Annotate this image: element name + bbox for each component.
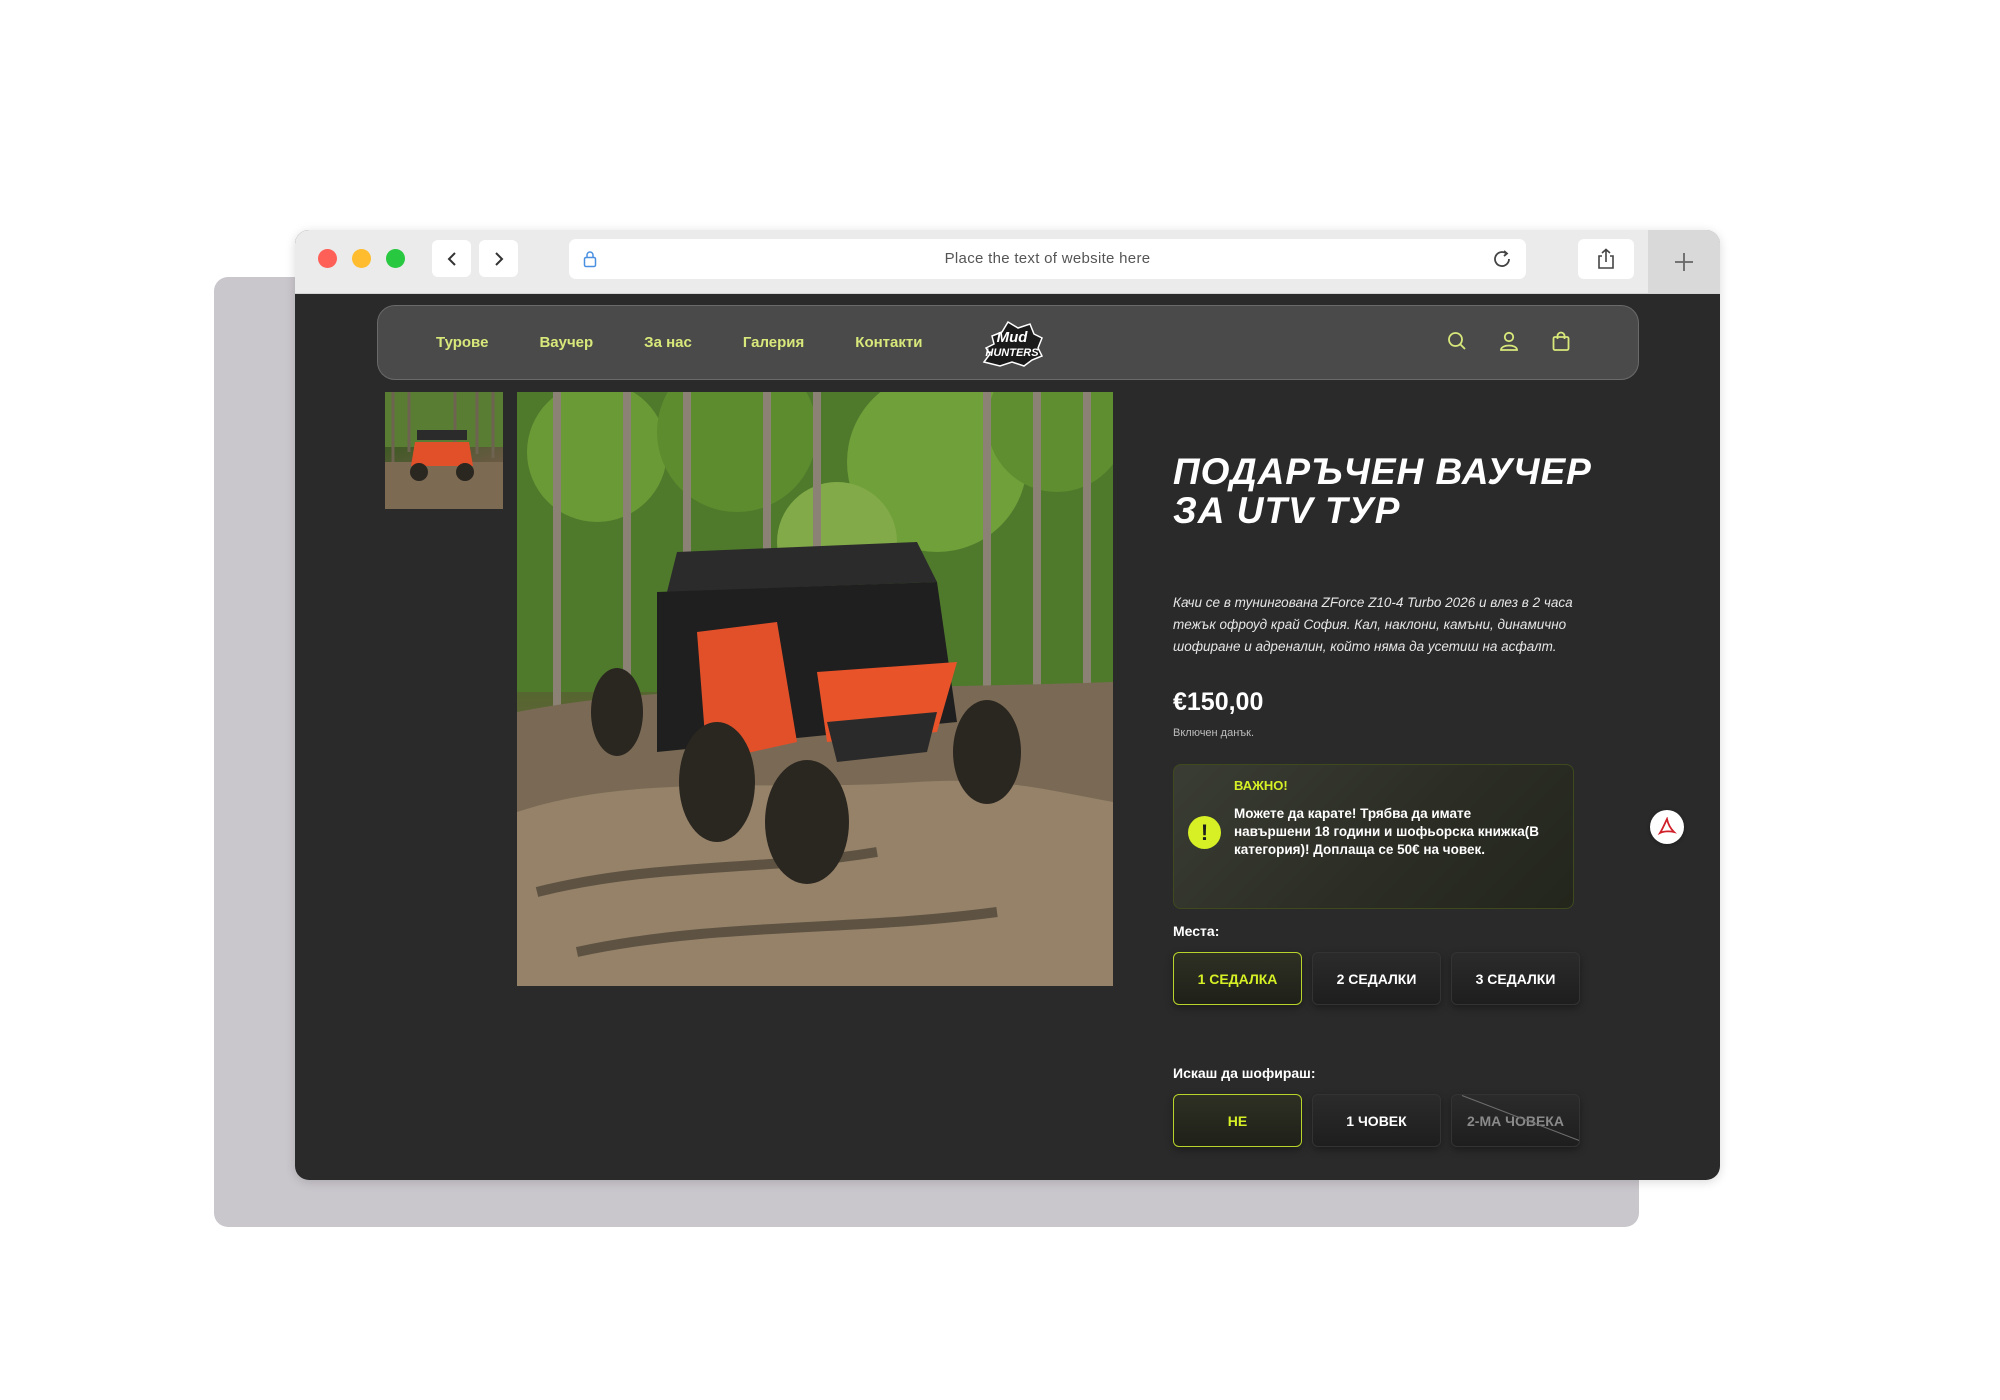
address-bar[interactable]: Place the text of website here <box>569 239 1526 279</box>
seats-option-3[interactable]: 3 седалки <box>1451 952 1580 1005</box>
chevron-left-icon <box>447 251 456 266</box>
svg-text:HUNTERS: HUNTERS <box>985 347 1039 359</box>
header-actions <box>1446 330 1572 352</box>
exclamation-icon: ! <box>1188 816 1221 849</box>
nav-link-contacts[interactable]: Контакти <box>855 334 922 351</box>
user-icon[interactable] <box>1498 330 1520 352</box>
seats-option-1[interactable]: 1 седалка <box>1173 952 1302 1005</box>
share-button[interactable] <box>1578 239 1634 279</box>
pdf-button[interactable] <box>1650 810 1684 844</box>
maximize-window-button[interactable] <box>386 249 405 268</box>
svg-text:Mud: Mud <box>997 329 1029 346</box>
notice-title: ВАЖНО! <box>1234 778 1288 793</box>
back-button[interactable] <box>432 240 471 277</box>
mud-hunters-logo[interactable]: Mud HUNTERS <box>978 318 1046 368</box>
plus-icon <box>1675 252 1693 271</box>
seats-option-2[interactable]: 2 седалки <box>1312 952 1441 1005</box>
nav-link-gallery[interactable]: Галерия <box>743 334 804 351</box>
main-navigation: Турове Ваучер За нас Галерия Контакти <box>436 334 973 351</box>
pdf-icon <box>1657 817 1677 836</box>
new-tab-button[interactable] <box>1648 230 1720 293</box>
chevron-right-icon <box>494 251 503 266</box>
seats-label: Места: <box>1173 923 1220 939</box>
important-notice: ! ВАЖНО! Можете да карате! Трябва да има… <box>1173 764 1574 909</box>
address-bar-text: Place the text of website here <box>944 250 1151 267</box>
driving-option-two-people[interactable]: 2-ма човека <box>1451 1094 1580 1147</box>
product-main-image <box>517 392 1113 986</box>
product-description: Качи се в тунингована ZForce Z10-4 Turbo… <box>1173 595 1573 654</box>
driving-option-none[interactable]: Не <box>1173 1094 1302 1147</box>
forward-button[interactable] <box>479 240 518 277</box>
close-window-button[interactable] <box>318 249 337 268</box>
utv-offroad-image <box>517 392 1113 986</box>
product-title: ПОДАРЪЧЕН ВАУЧЕР ЗА UTV ТУР <box>1173 451 1592 531</box>
minimize-window-button[interactable] <box>352 249 371 268</box>
browser-window: Place the text of website here Турове Ва… <box>295 230 1720 1180</box>
nav-link-tours[interactable]: Турове <box>436 334 488 351</box>
nav-link-about[interactable]: За нас <box>644 334 692 351</box>
nav-link-voucher[interactable]: Ваучер <box>539 334 593 351</box>
product-price: €150,00 <box>1173 688 1264 716</box>
site-header: Турове Ваучер За нас Галерия Контакти Mu… <box>377 305 1639 380</box>
driving-options: Не 1 човек 2-ма човека <box>1173 1094 1580 1147</box>
driving-label: Искаш да шофираш: <box>1173 1065 1316 1081</box>
utv-thumbnail-image <box>385 392 503 509</box>
notice-body: Можете да карате! Трябва да имате навърш… <box>1234 806 1539 857</box>
product-thumbnail[interactable] <box>385 392 503 509</box>
search-icon[interactable] <box>1446 330 1468 352</box>
bag-icon[interactable] <box>1550 330 1572 352</box>
tax-note: Включен данък. <box>1173 727 1255 739</box>
driving-option-one-person[interactable]: 1 човек <box>1312 1094 1441 1147</box>
seats-options: 1 седалка 2 седалки 3 седалки <box>1173 952 1580 1005</box>
browser-toolbar: Place the text of website here <box>295 230 1720 294</box>
reload-icon[interactable] <box>1490 247 1514 271</box>
share-icon <box>1598 248 1614 269</box>
